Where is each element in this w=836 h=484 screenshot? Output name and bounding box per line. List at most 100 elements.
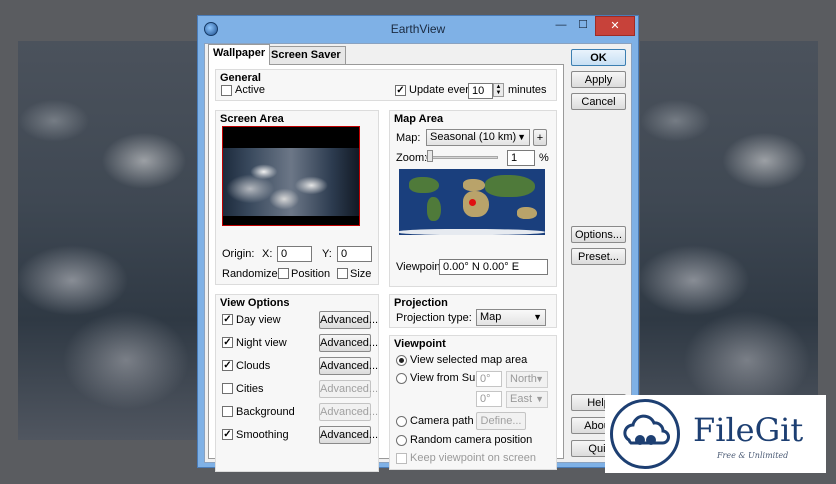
apply-button[interactable]: Apply [571, 71, 626, 88]
earthview-window: EarthView — ☐ ✕ Wallpaper Screen Saver G… [197, 15, 639, 472]
south-america-shape [427, 197, 441, 221]
chevron-down-icon: ▼ [517, 132, 526, 142]
define-button[interactable]: Define... [476, 412, 526, 430]
map-area-title: Map Area [394, 113, 444, 125]
screen-area-group: Screen Area Origin: X: 0 Y: 0 Randomize:… [215, 110, 379, 285]
projection-type-select[interactable]: Map ▼ [476, 309, 546, 326]
filegit-subtitle: Free & Unlimited [717, 451, 789, 460]
randomize-size-checkbox[interactable] [337, 268, 348, 279]
background-checkbox[interactable] [222, 406, 233, 417]
keep-viewpoint-label: Keep viewpoint on screen [410, 452, 536, 464]
zoom-percent-label: % [539, 152, 549, 164]
world-map[interactable] [399, 169, 545, 235]
active-checkbox[interactable] [221, 85, 232, 96]
view-from-sun-radio[interactable] [396, 373, 407, 384]
update-every-label: Update every [409, 84, 475, 96]
cancel-button[interactable]: Cancel [571, 93, 626, 110]
viewpoint-title: Viewpoint [394, 338, 446, 350]
update-interval-spinner[interactable]: ▲ ▼ [493, 83, 504, 97]
desktop-wallpaper-left [18, 41, 198, 440]
map-select[interactable]: Seasonal (10 km) ▼ [426, 129, 530, 146]
zoom-label: Zoom: [396, 152, 428, 164]
projection-type-value: Map [480, 311, 502, 323]
minutes-label: minutes [508, 84, 547, 96]
map-label: Map: [396, 132, 421, 144]
update-every-checkbox[interactable]: ✓ [395, 85, 406, 96]
minimize-button[interactable]: — [550, 16, 572, 36]
dialog-client: Wallpaper Screen Saver General Active ✓ … [204, 43, 632, 472]
cities-checkbox[interactable] [222, 383, 233, 394]
background-label: Background [236, 406, 295, 418]
antarctica-shape [399, 229, 545, 235]
origin-x-field[interactable]: 0 [277, 246, 312, 262]
active-label: Active [235, 84, 265, 96]
smoothing-label: Smoothing [236, 429, 289, 441]
ok-button[interactable]: OK [571, 49, 626, 66]
day-view-checkbox[interactable]: ✓ [222, 314, 233, 325]
sun-direction1-select[interactable]: North ▼ [506, 371, 548, 388]
camera-path-label: Camera path [410, 415, 474, 427]
australia-shape [517, 207, 537, 219]
random-camera-radio[interactable] [396, 435, 407, 446]
clouds-checkbox[interactable]: ✓ [222, 360, 233, 371]
zoom-slider-track[interactable] [426, 156, 498, 159]
sun-degree2-field[interactable]: 0° [476, 391, 502, 407]
options-button[interactable]: Options... [571, 226, 626, 243]
cities-label: Cities [236, 383, 264, 395]
screen-preview-image [223, 148, 359, 216]
sun-direction2-select[interactable]: East ▼ [506, 391, 548, 408]
europe-shape [463, 179, 485, 191]
title-bar[interactable]: EarthView — ☐ ✕ [198, 16, 638, 42]
smoothing-advanced-button[interactable]: Advanced... [319, 426, 378, 444]
night-view-checkbox[interactable]: ✓ [222, 337, 233, 348]
projection-group: Projection Projection type: Map ▼ [389, 294, 557, 328]
projection-title: Projection [394, 297, 448, 309]
view-selected-label: View selected map area [410, 354, 528, 366]
random-camera-label: Random camera position [410, 434, 533, 446]
update-interval-field[interactable]: 10 [468, 83, 493, 99]
zoom-slider-handle[interactable] [427, 150, 433, 162]
randomize-position-checkbox[interactable] [278, 268, 289, 279]
zoom-field[interactable]: 1 [507, 150, 535, 166]
maximize-button[interactable]: ☐ [572, 16, 594, 36]
background-advanced-button[interactable]: Advanced... [319, 403, 378, 421]
general-title: General [220, 72, 261, 84]
screen-preview[interactable] [222, 126, 360, 226]
filegit-watermark: FileGit Free & Unlimited [605, 395, 826, 473]
africa-shape [463, 191, 489, 217]
origin-y-label: Y: [322, 248, 332, 260]
day-view-advanced-button[interactable]: Advanced... [319, 311, 378, 329]
night-view-advanced-button[interactable]: Advanced... [319, 334, 378, 352]
day-view-label: Day view [236, 314, 281, 326]
close-button[interactable]: ✕ [595, 16, 635, 36]
sun-degree1-field[interactable]: 0° [476, 371, 502, 387]
wallpaper-tab-panel: General Active ✓ Update every 10 ▲ ▼ minu… [208, 64, 564, 472]
clouds-advanced-button[interactable]: Advanced... [319, 357, 378, 375]
view-selected-radio[interactable] [396, 355, 407, 366]
randomize-position-label: Position [291, 268, 331, 280]
map-add-button[interactable]: + [533, 129, 547, 146]
smoothing-checkbox[interactable]: ✓ [222, 429, 233, 440]
tab-screen-saver[interactable]: Screen Saver [266, 46, 346, 64]
tab-wallpaper[interactable]: Wallpaper [208, 44, 271, 65]
filegit-logo-icon [610, 399, 680, 469]
asia-shape [485, 175, 535, 197]
origin-label: Origin: [222, 248, 255, 260]
clouds-label: Clouds [236, 360, 271, 372]
general-group: General Active ✓ Update every 10 ▲ ▼ minu… [215, 69, 557, 101]
keep-viewpoint-checkbox[interactable] [396, 453, 407, 464]
chevron-down-icon: ▼ [533, 312, 542, 322]
randomize-size-label: Size [350, 268, 372, 280]
map-select-value: Seasonal (10 km) [430, 131, 517, 143]
north-america-shape [409, 177, 439, 193]
viewpoint-marker-icon[interactable] [469, 199, 476, 206]
cloud-icon [623, 414, 670, 445]
chevron-down-icon: ▼ [535, 374, 544, 384]
cities-advanced-button[interactable]: Advanced... [319, 380, 378, 398]
sun-direction2-value: East [510, 393, 533, 405]
preset-button[interactable]: Preset... [571, 248, 626, 265]
camera-path-radio[interactable] [396, 416, 407, 427]
randomize-label: Randomize: [222, 268, 281, 280]
viewpoint-field[interactable]: 0.00° N 0.00° E [439, 259, 548, 275]
origin-y-field[interactable]: 0 [337, 246, 372, 262]
